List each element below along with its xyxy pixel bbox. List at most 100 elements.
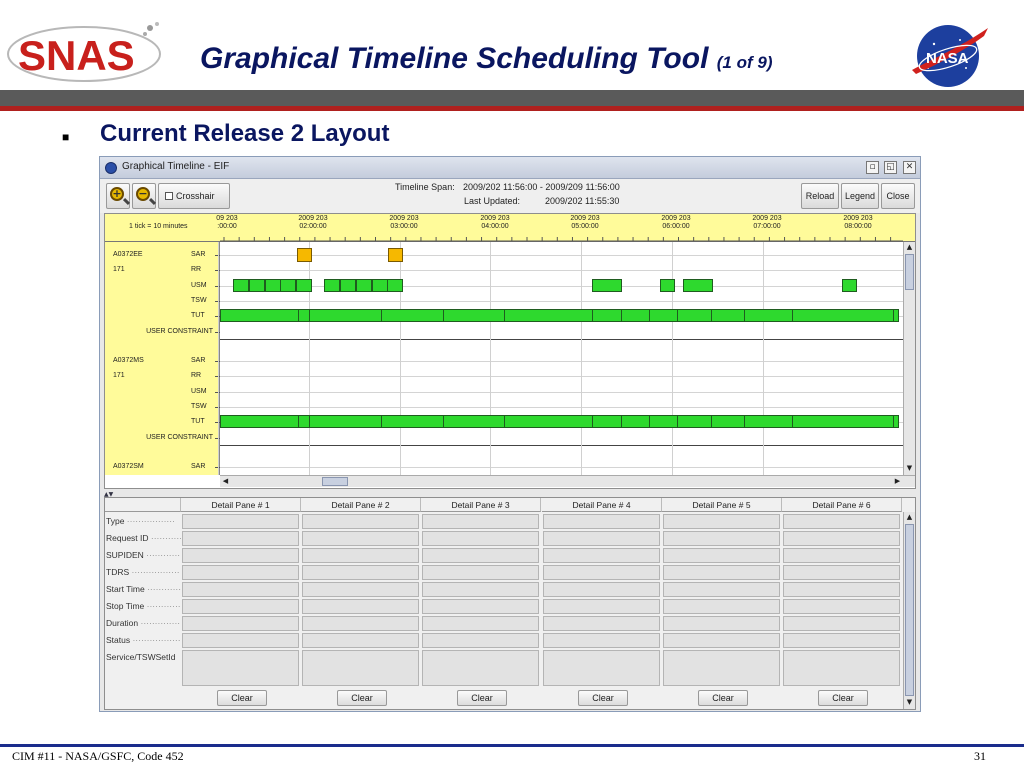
detail-cell (663, 548, 780, 563)
snas-logo-text: SNAS (18, 32, 135, 79)
detail-field-text: Request ID (106, 533, 149, 543)
event-divider (443, 309, 444, 322)
time-label-date: 2009 203 (570, 215, 600, 222)
detail-field-label: Request ID ················· (106, 531, 181, 546)
event-block[interactable] (280, 279, 296, 292)
clear-button[interactable]: Clear (818, 690, 868, 706)
detail-cell (182, 565, 299, 580)
detail-cell (543, 582, 660, 597)
event-divider (649, 415, 650, 428)
detail-vertical-scrollbar[interactable]: ▲ ▼ (903, 512, 915, 709)
event-block[interactable] (842, 279, 857, 292)
time-label-date: 2009 203 (480, 215, 510, 222)
event-block[interactable] (249, 279, 265, 292)
clear-button[interactable]: Clear (698, 690, 748, 706)
time-label-time: :00:00 (217, 223, 237, 230)
timeline-panel[interactable]: 1 tick = 10 minutes 09 203:00:00 2009 203… (104, 213, 916, 489)
horizontal-scroll-thumb[interactable] (322, 477, 348, 486)
sar-event-block[interactable] (388, 248, 403, 262)
detail-cell (422, 650, 539, 686)
row-type-label: SAR (191, 463, 206, 470)
detail-cell (663, 633, 780, 648)
legend-button[interactable]: Legend (841, 183, 879, 209)
time-label-date: 2009 203 (298, 215, 328, 222)
event-block[interactable] (387, 279, 403, 292)
detail-cell (422, 616, 539, 631)
event-divider (381, 309, 382, 322)
close-button[interactable]: Close (881, 183, 915, 209)
row-type-label: TSW (191, 403, 207, 410)
sar-event-block[interactable] (297, 248, 312, 262)
row-type-label: TUT (191, 312, 205, 319)
time-label: 09 203:00:00 (203, 215, 251, 231)
detail-field-text: Service/TSWSetId (106, 652, 176, 662)
bullet-text: Current Release 2 Layout (100, 120, 390, 147)
event-block[interactable] (683, 279, 713, 292)
scroll-down-icon[interactable]: ▼ (904, 463, 915, 474)
event-block[interactable] (233, 279, 249, 292)
event-block[interactable] (324, 279, 340, 292)
event-divider (309, 309, 310, 322)
crosshair-checkbox[interactable] (165, 192, 173, 200)
scroll-left-icon[interactable]: ◀ (220, 476, 231, 487)
event-block[interactable] (592, 279, 622, 292)
row-group-label: A0372EE (113, 251, 143, 258)
event-block[interactable] (372, 279, 388, 292)
detail-cell (302, 616, 419, 631)
detail-pane-header: Detail Pane # 5 (662, 498, 782, 512)
detail-cell (543, 565, 660, 580)
scroll-down-icon[interactable]: ▼ (904, 697, 915, 708)
footer-line (0, 744, 1024, 747)
detail-field-label: Start Time ················· (106, 582, 181, 597)
clear-button[interactable]: Clear (337, 690, 387, 706)
crosshair-toggle[interactable]: Crosshair (158, 183, 230, 209)
event-divider (893, 309, 894, 322)
last-updated-label: Last Updated: (464, 196, 521, 206)
minimize-icon[interactable]: ▫ (866, 161, 879, 174)
hour-gridline (400, 242, 401, 475)
event-divider (504, 415, 505, 428)
time-label-date: 2009 203 (843, 215, 873, 222)
clear-button[interactable]: Clear (457, 690, 507, 706)
detail-field-text: Duration (106, 618, 139, 628)
event-block[interactable] (356, 279, 372, 292)
detail-field-label: Service/TSWSetId (106, 650, 181, 665)
event-divider (711, 415, 712, 428)
event-divider (744, 309, 745, 322)
maximize-icon[interactable]: ◱ (884, 161, 897, 174)
page-number: 31 (974, 749, 986, 763)
timeline-horizontal-scrollbar[interactable]: ◀ ▶ (220, 475, 915, 487)
footer-text: CIM #11 - NASA/GSFC, Code 452 (12, 749, 184, 763)
detail-cell (543, 633, 660, 648)
row-gridline (220, 301, 903, 302)
clear-button[interactable]: Clear (217, 690, 267, 706)
detail-cell (182, 599, 299, 614)
event-block[interactable] (220, 309, 899, 322)
detail-cell (783, 548, 900, 563)
reload-button[interactable]: Reload (801, 183, 839, 209)
scroll-right-icon[interactable]: ▶ (892, 476, 903, 487)
timeline-vertical-scrollbar[interactable]: ▲ ▼ (903, 242, 915, 475)
detail-field-text: Type (106, 516, 125, 526)
event-block[interactable] (265, 279, 281, 292)
scroll-thumb[interactable] (905, 524, 914, 696)
event-block[interactable] (296, 279, 312, 292)
zoom-out-button[interactable]: − (132, 183, 157, 209)
header-bar (0, 90, 1024, 106)
row-type-label: RR (191, 372, 202, 379)
row-gridline (220, 445, 903, 446)
time-label: 2009 203 02:00:00 (289, 215, 337, 231)
scroll-thumb[interactable] (905, 254, 914, 290)
dotted-leader: ················· (140, 618, 182, 628)
scroll-up-icon[interactable]: ▲ (904, 242, 915, 253)
event-block[interactable] (340, 279, 356, 292)
close-icon[interactable]: ✕ (903, 161, 916, 174)
row-gridline (220, 407, 903, 408)
event-block[interactable] (220, 415, 899, 428)
time-label: 2009 203 03:00:00 (380, 215, 428, 231)
clear-button[interactable]: Clear (578, 690, 628, 706)
scroll-up-icon[interactable]: ▲ (904, 512, 915, 523)
detail-cell (543, 531, 660, 546)
event-block[interactable] (660, 279, 675, 292)
zoom-in-button[interactable]: + (106, 183, 131, 209)
